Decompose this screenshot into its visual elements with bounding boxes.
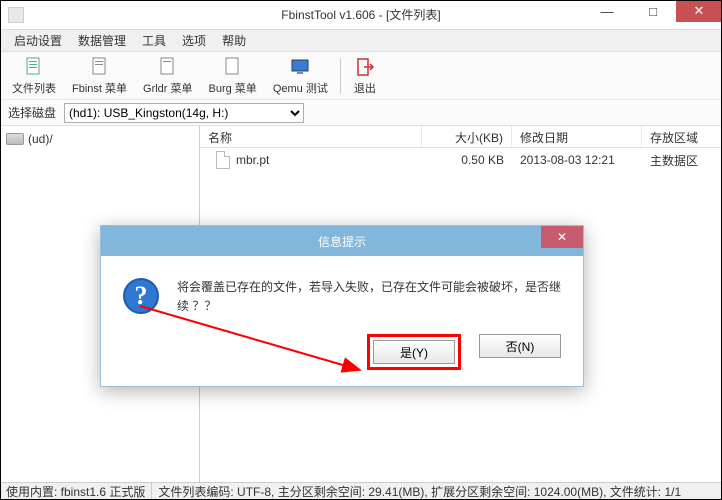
col-name[interactable]: 名称 [200,126,422,147]
file-name: mbr.pt [236,153,269,167]
menu-boot-settings[interactable]: 启动设置 [6,30,70,51]
table-row[interactable]: mbr.pt 0.50 KB 2013-08-03 12:21 主数据区 [200,148,722,172]
dialog-close-button[interactable]: ✕ [541,226,583,248]
disk-icon [6,133,24,145]
question-icon: ? [123,278,159,314]
minimize-button[interactable]: — [584,0,630,22]
close-button[interactable]: ✕ [676,0,722,22]
statusbar: 使用内置: fbinst1.6 正式版 文件列表编码: UTF-8, 主分区剩余… [0,482,722,500]
toolbar-file-list[interactable]: 文件列表 [6,53,62,98]
dialog-title: 信息提示 [318,233,366,250]
file-date: 2013-08-03 12:21 [512,151,642,169]
maximize-button[interactable]: □ [630,0,676,22]
col-area[interactable]: 存放区域 [642,126,722,147]
file-size: 0.50 KB [422,151,512,169]
status-right: 文件列表编码: UTF-8, 主分区剩余空间: 29.41(MB), 扩展分区剩… [152,483,722,500]
disk-selector-row: 选择磁盘 (hd1): USB_Kingston(14g, H:) [0,100,722,126]
menu-data-manage[interactable]: 数据管理 [70,30,134,51]
toolbar-qemu-test[interactable]: Qemu 测试 [267,53,334,98]
toolbar-exit[interactable]: 退出 [347,53,383,98]
col-date[interactable]: 修改日期 [512,126,642,147]
col-size[interactable]: 大小(KB) [422,126,512,147]
page-icon [88,55,112,79]
menubar: 启动设置 数据管理 工具 选项 帮助 [0,30,722,52]
window-titlebar: FbinstTool v1.606 - [文件列表] — □ ✕ [0,0,722,30]
menu-tools[interactable]: 工具 [134,30,174,51]
page-icon [156,55,180,79]
file-icon [216,151,230,169]
dialog-message: 将会覆盖已存在的文件，若导入失败，已存在文件可能会被破坏，是否继续 ？？ [177,278,561,316]
dialog-titlebar: 信息提示 ✕ [101,226,583,256]
exit-icon [353,55,377,79]
menu-help[interactable]: 帮助 [214,30,254,51]
tree-root-label: (ud)/ [28,132,53,146]
monitor-icon [288,55,312,79]
toolbar-burg-menu[interactable]: Burg 菜单 [203,53,263,98]
toolbar-fbinst-menu[interactable]: Fbinst 菜单 [66,53,133,98]
toolbar: 文件列表 Fbinst 菜单 Grldr 菜单 Burg 菜单 Qemu 测试 … [0,52,722,100]
file-area: 主数据区 [642,150,722,171]
info-dialog: 信息提示 ✕ ? 将会覆盖已存在的文件，若导入失败，已存在文件可能会被破坏，是否… [100,225,584,387]
page-icon [221,55,245,79]
list-header: 名称 大小(KB) 修改日期 存放区域 [200,126,722,148]
page-icon [22,55,46,79]
yes-button[interactable]: 是(Y) [373,340,455,364]
menu-options[interactable]: 选项 [174,30,214,51]
toolbar-grldr-menu[interactable]: Grldr 菜单 [137,53,199,98]
toolbar-separator [340,58,341,94]
tree-root-item[interactable]: (ud)/ [6,130,193,148]
disk-label: 选择磁盘 [8,104,56,121]
disk-select[interactable]: (hd1): USB_Kingston(14g, H:) [64,103,304,123]
yes-highlight: 是(Y) [367,334,461,370]
no-button[interactable]: 否(N) [479,334,561,358]
status-left: 使用内置: fbinst1.6 正式版 [0,483,152,500]
